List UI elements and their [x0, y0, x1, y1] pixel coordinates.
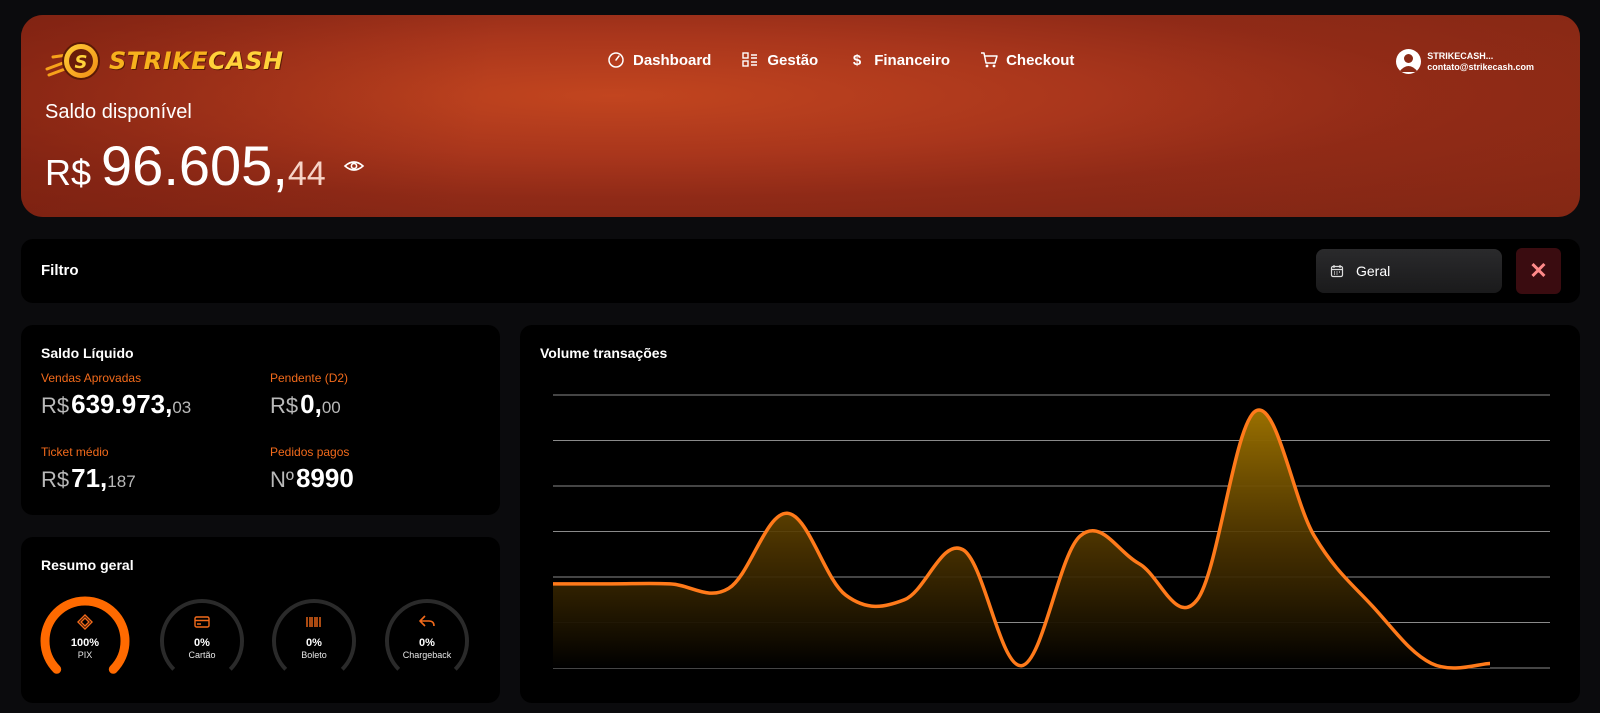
- gauge-chargeback[interactable]: 0% Chargeback: [381, 595, 473, 675]
- metric-vendas-aprovadas: Vendas Aprovadas R$ 639.973, 03: [41, 371, 191, 420]
- metric-sub: 187: [107, 472, 136, 491]
- metric-label: Pendente (D2): [270, 371, 349, 385]
- gauge-ring: [385, 599, 469, 671]
- balance-currency: R$: [45, 152, 92, 193]
- barcode-icon: [306, 617, 321, 627]
- metric-sub: 00: [321, 398, 341, 417]
- calendar-icon: [1330, 265, 1344, 278]
- main-nav: Dashboard Gestão $ Financeiro Checkout: [607, 51, 1074, 69]
- gauge-label: Chargeback: [402, 650, 452, 660]
- metric-prefix: Nº: [270, 467, 294, 492]
- metric-label: Ticket médio: [41, 445, 109, 459]
- user-name: STRIKECASH...: [1427, 50, 1494, 61]
- logo-icon: S: [45, 39, 103, 83]
- brand-logo[interactable]: S STRIKECASH: [45, 39, 284, 83]
- metric-ticket-medio: Ticket médio R$ 71, 187: [41, 445, 136, 494]
- gauge-percent: 0%: [306, 637, 322, 649]
- resumo-geral-card: Resumo geral 100% PIX 0% Cartão 0% Bolet…: [21, 537, 500, 703]
- list-icon: [742, 52, 758, 67]
- svg-text:$: $: [853, 52, 862, 69]
- pix-icon: [77, 614, 93, 630]
- metric-prefix: R$: [41, 393, 70, 418]
- undo-icon: [419, 615, 435, 627]
- gauge-cartão[interactable]: 0% Cartão: [156, 595, 248, 675]
- gauge-percent: 0%: [194, 637, 210, 649]
- gauge-percent: 0%: [419, 637, 435, 649]
- user-info: STRIKECASH... contato@strikecash.com: [1427, 51, 1534, 73]
- nav-dashboard-label: Dashboard: [633, 51, 712, 69]
- filter-title: Filtro: [41, 262, 79, 279]
- balance-whole: 96.605,: [101, 134, 288, 197]
- nav-dashboard[interactable]: Dashboard: [607, 51, 711, 69]
- gauge-label: PIX: [77, 650, 93, 660]
- metric-prefix: R$: [41, 467, 70, 492]
- close-icon: ✕: [1529, 258, 1548, 283]
- user-email: contato@strikecash.com: [1427, 61, 1534, 72]
- gauge-ring: [272, 599, 356, 671]
- balance-cents: 44: [287, 155, 326, 193]
- card-icon: [194, 616, 210, 628]
- gauge-boleto[interactable]: 0% Boleto: [268, 595, 360, 675]
- nav-financeiro-label: Financeiro: [874, 51, 951, 69]
- nav-checkout[interactable]: Checkout: [980, 51, 1074, 69]
- gauge-ring: [160, 599, 244, 671]
- metric-label: Vendas Aprovadas: [41, 371, 142, 385]
- svg-text:S: S: [75, 52, 88, 73]
- cart-icon: [981, 52, 998, 68]
- metric-main: 0,: [300, 389, 322, 419]
- metric-main: 71,: [71, 463, 108, 493]
- brand-name: STRIKECASH: [109, 47, 284, 75]
- metric-prefix: R$: [270, 393, 299, 418]
- balance-label: Saldo disponível: [45, 101, 192, 123]
- filter-select[interactable]: Geral: [1316, 249, 1502, 293]
- eye-icon[interactable]: [343, 155, 365, 177]
- filter-bar: Filtro Geral ✕: [21, 239, 1580, 303]
- saldo-liquido-card: Saldo Líquido Vendas Aprovadas R$ 639.97…: [21, 325, 500, 515]
- chart-title: Volume transações: [540, 345, 668, 361]
- nav-gestao-label: Gestão: [767, 51, 819, 69]
- nav-checkout-label: Checkout: [1006, 51, 1075, 69]
- filter-select-value: Geral: [1356, 263, 1391, 279]
- avatar: [1396, 49, 1422, 74]
- gauge-label: Cartão: [188, 650, 216, 660]
- metric-pedidos-pagos: Pedidos pagos Nº 8990: [270, 445, 354, 494]
- chart-area: [553, 410, 1490, 668]
- metric-sub: 03: [172, 398, 192, 417]
- area-chart-svg: [552, 394, 1552, 670]
- nav-gestao[interactable]: Gestão: [741, 51, 818, 69]
- gauge-ring: [40, 596, 130, 674]
- balance-value: R$ 96.605, 44: [45, 133, 326, 198]
- metric-label: Pedidos pagos: [270, 445, 350, 459]
- gauge-percent: 100%: [70, 637, 100, 649]
- resumo-geral-title: Resumo geral: [41, 557, 134, 573]
- dollar-icon: $: [853, 52, 862, 69]
- volume-chart: [530, 375, 1552, 675]
- metric-pendente: Pendente (D2) R$ 0, 00: [270, 371, 348, 420]
- metric-main: 8990: [295, 463, 354, 493]
- nav-financeiro[interactable]: $ Financeiro: [848, 51, 951, 70]
- gauge-icon: [608, 52, 624, 68]
- gauge-label: Boleto: [301, 650, 327, 660]
- header-banner: S STRIKECASH Dashboard Gestão $ Financei…: [21, 15, 1580, 217]
- gauge-pix[interactable]: 100% PIX: [39, 595, 131, 675]
- saldo-liquido-title: Saldo Líquido: [41, 345, 134, 361]
- user-menu[interactable]: STRIKECASH... contato@strikecash.com: [1396, 49, 1534, 74]
- clear-filter-button[interactable]: ✕: [1516, 248, 1561, 294]
- metric-main: 639.973,: [71, 389, 173, 419]
